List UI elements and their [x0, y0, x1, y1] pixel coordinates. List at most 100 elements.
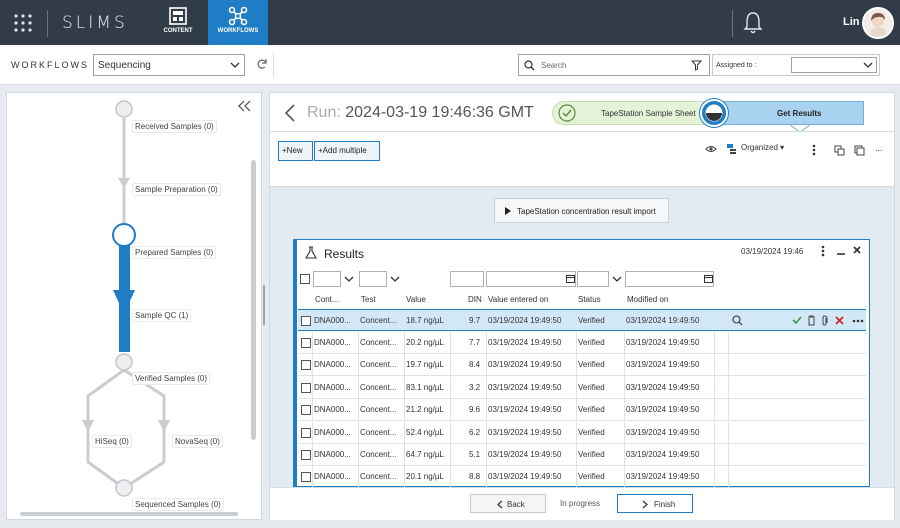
back-button[interactable]: Back: [470, 494, 546, 513]
flask-icon: [305, 246, 317, 259]
workflow-select[interactable]: Sequencing: [93, 54, 245, 76]
organized-dropdown[interactable]: Organized ▾: [741, 143, 784, 152]
filter-modified-on[interactable]: [625, 271, 714, 287]
step-node-verified[interactable]: [115, 353, 133, 371]
table-row[interactable]: DNA000... Concent... 20.1 ng/µL 8.8 03/1…: [298, 466, 866, 488]
user-name[interactable]: Lin: [843, 16, 860, 28]
column-header-status[interactable]: Status: [578, 295, 601, 304]
filter-test[interactable]: [359, 271, 387, 287]
table-row[interactable]: DNA000... Concent... 19.7 ng/µL 8.4 03/1…: [298, 354, 866, 376]
cell-value: 18.7 ng/µL: [406, 316, 444, 325]
cell-modified-on: 03/19/2024 19:49:50: [626, 383, 700, 392]
row-checkbox[interactable]: [301, 428, 311, 438]
chevron-down-icon[interactable]: [344, 275, 354, 283]
cell-test: Concent...: [360, 450, 397, 459]
nav-workflows[interactable]: WORKFLOWS: [208, 0, 268, 45]
select-all-checkbox[interactable]: [300, 274, 310, 284]
step-novaseq[interactable]: NovaSeq (0): [172, 435, 223, 448]
step-sequenced-samples[interactable]: Sequenced Samples (0): [132, 498, 224, 511]
copy-icon[interactable]: [834, 145, 845, 156]
close-icon[interactable]: [853, 246, 861, 254]
cell-value: 19.7 ng/µL: [406, 360, 444, 369]
table-row[interactable]: DNA000... Concent... 83.1 ng/µL 3.2 03/1…: [298, 377, 866, 399]
step-sample-qc[interactable]: Sample QC (1): [132, 309, 192, 322]
import-results-button[interactable]: TapeStation concentration result import: [494, 198, 669, 223]
search-input[interactable]: Search: [518, 54, 710, 76]
column-header-modified-on[interactable]: Modified on: [627, 295, 668, 304]
refresh-icon[interactable]: [256, 58, 268, 70]
vertical-scrollbar[interactable]: [251, 160, 256, 440]
step-node-sequenced[interactable]: [115, 479, 133, 497]
row-checkbox[interactable]: [301, 405, 311, 415]
panel-resize-handle[interactable]: [263, 285, 265, 325]
row-checkbox[interactable]: [301, 472, 311, 482]
divider: [273, 53, 274, 77]
notifications-bell-icon[interactable]: [743, 11, 763, 35]
table-row[interactable]: DNA000... Concent... 18.7 ng/µL 9.7 03/1…: [298, 309, 866, 331]
nav-workflows-label: WORKFLOWS: [217, 28, 259, 34]
filter-icon[interactable]: [691, 60, 702, 71]
assigned-to-select[interactable]: [791, 57, 877, 73]
content-icon: [169, 7, 187, 25]
cell-din: 5.1: [469, 450, 481, 459]
step-received-samples[interactable]: Received Samples (0): [132, 120, 217, 133]
row-checkbox[interactable]: [301, 360, 311, 370]
horizontal-scrollbar[interactable]: [20, 512, 238, 516]
filter-cont[interactable]: [313, 271, 341, 287]
app-menu-icon[interactable]: [13, 13, 33, 33]
calendar-icon[interactable]: [566, 274, 575, 283]
attachment-icon[interactable]: [821, 315, 829, 326]
column-header-test[interactable]: Test: [361, 295, 376, 304]
add-multiple-button[interactable]: +Add multiple: [314, 141, 380, 161]
column-header-value-entered-on[interactable]: Value entered on: [488, 295, 548, 304]
step-verified-samples[interactable]: Verified Samples (0): [132, 372, 211, 385]
filter-status[interactable]: [577, 271, 609, 287]
hide-icon[interactable]: [705, 144, 717, 154]
cell-value-entered-on: 03/19/2024 19:49:50: [488, 316, 562, 325]
filter-din[interactable]: [450, 271, 484, 287]
table-row[interactable]: DNA000... Concent... 20.2 ng/µL 7.7 03/1…: [298, 332, 866, 354]
check-icon[interactable]: [792, 316, 802, 325]
row-checkbox[interactable]: [301, 338, 311, 348]
row-checkbox[interactable]: [301, 450, 311, 460]
column-header-value[interactable]: Value: [406, 295, 426, 304]
step-prepared-samples[interactable]: Prepared Samples (0): [132, 246, 217, 259]
filter-value-entered-on[interactable]: [486, 271, 576, 287]
chevron-right-icon: [642, 500, 648, 509]
row-checkbox[interactable]: [301, 316, 311, 326]
chevron-down-icon[interactable]: [612, 275, 622, 283]
duplicate-icon[interactable]: [854, 145, 865, 156]
column-header-cont[interactable]: Cont...: [315, 295, 339, 304]
step-hiseq[interactable]: HiSeq (0): [92, 435, 132, 448]
search-icon[interactable]: [732, 315, 743, 326]
assigned-to-label: Assigned to :: [716, 62, 757, 69]
table-row[interactable]: DNA000... Concent... 64.7 ng/µL 5.1 03/1…: [298, 444, 866, 466]
back-arrow-icon[interactable]: [284, 104, 296, 122]
step-node-received[interactable]: [115, 100, 133, 118]
more-horizontal-icon[interactable]: [852, 319, 864, 323]
calendar-icon[interactable]: [704, 274, 713, 283]
avatar[interactable]: [862, 7, 894, 39]
table-row[interactable]: DNA000... Concent... 52.4 ng/µL 6.2 03/1…: [298, 422, 866, 444]
finish-button[interactable]: Finish: [617, 494, 693, 513]
new-button[interactable]: +New: [278, 141, 313, 161]
chevron-down-icon[interactable]: [390, 275, 400, 283]
nav-content[interactable]: CONTENT: [148, 0, 208, 45]
cell-cont: DNA000...: [314, 360, 351, 369]
step-node-prepared[interactable]: [112, 223, 136, 247]
step-get-results[interactable]: Get Results: [713, 101, 864, 125]
reject-icon[interactable]: [835, 316, 844, 325]
more-vertical-icon[interactable]: [821, 245, 825, 257]
table-row[interactable]: DNA000... Concent... 21.2 ng/µL 9.6 03/1…: [298, 399, 866, 421]
more-vertical-icon[interactable]: [812, 144, 816, 156]
row-checkbox[interactable]: [301, 383, 311, 393]
more-button[interactable]: ...: [875, 143, 883, 153]
step-sample-preparation[interactable]: Sample Preparation (0): [132, 183, 221, 196]
step-tapestation-sample-sheet[interactable]: TapeStation Sample Sheet: [552, 101, 717, 125]
run-title-text: 2024-03-19 19:46:36 GMT: [345, 104, 534, 121]
column-header-din[interactable]: DIN: [468, 295, 482, 304]
trash-icon[interactable]: [807, 315, 816, 326]
cell-value: 52.4 ng/µL: [406, 428, 444, 437]
cell-modified-on: 03/19/2024 19:49:50: [626, 405, 700, 414]
import-results-label: TapeStation concentration result import: [517, 207, 656, 216]
